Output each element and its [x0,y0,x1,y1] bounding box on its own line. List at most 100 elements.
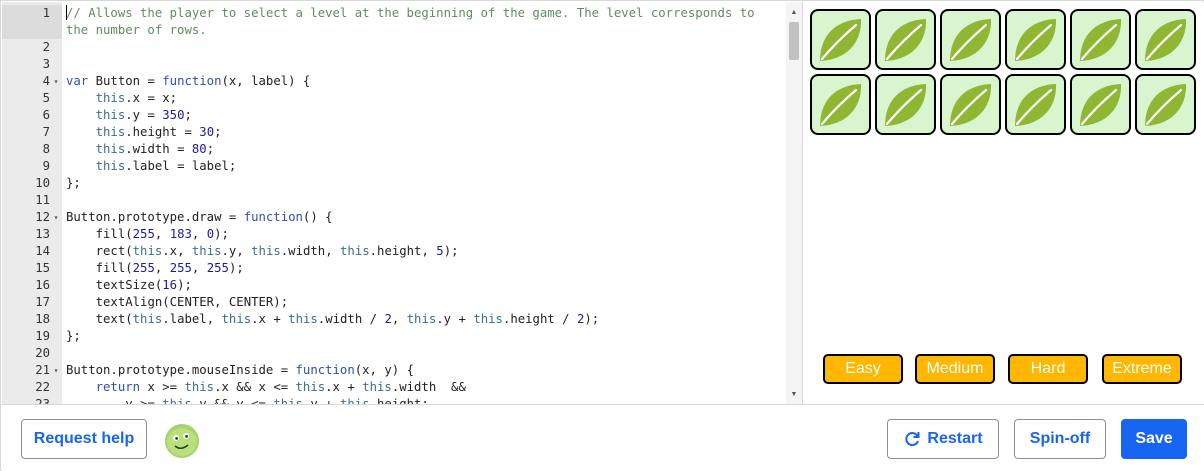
fold-arrow-icon[interactable]: ▾ [50,73,62,90]
leaf-icon [949,18,991,61]
code-line[interactable]: 10}; [2,175,787,192]
code-line[interactable]: 2 [2,39,787,56]
program-output-canvas[interactable]: Easy Medium Hard Extreme [804,2,1204,404]
code-line[interactable]: 7 this.height = 30; [2,124,787,141]
code-text[interactable]: this.y = 350; [62,107,782,124]
code-text[interactable]: rect(this.x, this.y, this.width, this.he… [62,243,782,260]
line-number: 19 [35,329,50,343]
code-line[interactable]: 19}; [2,328,787,345]
line-number: 13 [35,227,50,241]
leaf-icon [819,18,861,61]
scroll-up-icon[interactable]: ▲ [786,6,802,20]
leaf-tile[interactable] [810,74,871,135]
code-area[interactable]: 1 // Allows the player to select a level … [2,5,787,404]
code-text[interactable] [62,192,782,209]
code-line[interactable]: 12 ▾ Button.prototype.draw = function() { [2,209,787,226]
code-line[interactable]: 23 y >= this.y && y <= this.y + this.hei… [2,396,787,404]
leaf-tile[interactable] [940,9,1001,70]
code-text[interactable]: return x >= this.x && x <= this.x + this… [62,379,782,396]
code-text[interactable]: }; [62,328,782,345]
scrollbar-thumb[interactable] [789,22,799,60]
fold-arrow-icon[interactable]: ▾ [50,362,62,379]
leaf-icon [1079,83,1121,126]
code-line[interactable]: 5 this.x = x; [2,90,787,107]
line-number: 16 [35,278,50,292]
leaf-tile[interactable] [875,9,936,70]
code-text[interactable]: Button.prototype.draw = function() { [62,209,782,226]
leaf-tile[interactable] [1005,74,1066,135]
code-text[interactable]: Button.prototype.mouseInside = function(… [62,362,782,379]
code-line[interactable]: 18 text(this.label, this.x + this.width … [2,311,787,328]
leaf-tile[interactable] [1070,9,1131,70]
code-line[interactable]: 8 this.width = 80; [2,141,787,158]
leaf-tile[interactable] [1135,74,1196,135]
spin-off-button[interactable]: Spin-off [1014,419,1106,459]
save-button[interactable]: Save [1121,419,1187,459]
extreme-button[interactable]: Extreme [1102,354,1182,384]
code-text[interactable]: fill(255, 255, 255); [62,260,782,277]
leaf-icon [884,83,926,126]
code-line[interactable]: 15 fill(255, 255, 255); [2,260,787,277]
code-text[interactable]: this.width = 80; [62,141,782,158]
leaf-tile[interactable] [875,74,936,135]
code-text[interactable]: y >= this.y && y <= this.y + this.height… [62,396,782,404]
line-number: 15 [35,261,50,275]
leaf-icon [884,18,926,61]
code-text[interactable]: // Allows the player to select a level a… [62,5,782,39]
line-number: 17 [35,295,50,309]
code-text[interactable] [62,56,782,73]
line-number: 9 [42,159,50,173]
line-number: 11 [35,193,50,207]
code-text[interactable]: this.x = x; [62,90,782,107]
code-text[interactable]: this.label = label; [62,158,782,175]
medium-button[interactable]: Medium [915,354,995,384]
code-text[interactable]: }; [62,175,782,192]
code-line[interactable]: 6 this.y = 350; [2,107,787,124]
leaf-icon [1014,83,1056,126]
leaf-tile[interactable] [940,74,1001,135]
code-line[interactable]: 13 fill(255, 183, 0); [2,226,787,243]
scroll-down-icon[interactable]: ▼ [786,388,802,402]
line-number: 7 [42,125,50,139]
code-editor[interactable]: 1 // Allows the player to select a level … [2,2,803,404]
code-line[interactable]: 1 // Allows the player to select a level … [2,5,787,39]
code-line[interactable]: 22 return x >= this.x && x <= this.x + t… [2,379,787,396]
easy-button[interactable]: Easy [823,354,903,384]
code-text[interactable]: textSize(16); [62,277,782,294]
code-line[interactable]: 14 rect(this.x, this.y, this.width, this… [2,243,787,260]
leaf-tile[interactable] [1070,74,1131,135]
code-line[interactable]: 16 textSize(16); [2,277,787,294]
leaf-tile[interactable] [1135,9,1196,70]
fold-arrow-icon[interactable]: ▾ [50,209,62,226]
code-text[interactable]: var Button = function(x, label) { [62,73,782,90]
code-text[interactable]: textAlign(CENTER, CENTER); [62,294,782,311]
code-line[interactable]: 21 ▾ Button.prototype.mouseInside = functi… [2,362,787,379]
leaf-icon [1014,18,1056,61]
code-line[interactable]: 17 textAlign(CENTER, CENTER); [2,294,787,311]
line-number: 6 [42,108,50,122]
line-number: 12 [35,210,50,224]
code-line[interactable]: 20 [2,345,787,362]
leaf-tile[interactable] [810,9,871,70]
code-text[interactable] [62,345,782,362]
code-text[interactable]: text(this.label, this.x + this.width / 2… [62,311,782,328]
editor-scrollbar[interactable]: ▲ ▼ [786,2,802,404]
code-text[interactable]: this.height = 30; [62,124,782,141]
code-text[interactable]: fill(255, 183, 0); [62,226,782,243]
request-help-button[interactable]: Request help [21,419,147,459]
code-line[interactable]: 3 [2,56,787,73]
hard-button[interactable]: Hard [1008,354,1088,384]
code-line[interactable]: 11 [2,192,787,209]
line-number: 10 [35,176,50,190]
restart-button[interactable]: Restart [887,419,999,459]
leaf-tile[interactable] [1005,9,1066,70]
code-line[interactable]: 9 this.label = label; [2,158,787,175]
code-text[interactable] [62,39,782,56]
code-line[interactable]: 4 ▾ var Button = function(x, label) { [2,73,787,90]
